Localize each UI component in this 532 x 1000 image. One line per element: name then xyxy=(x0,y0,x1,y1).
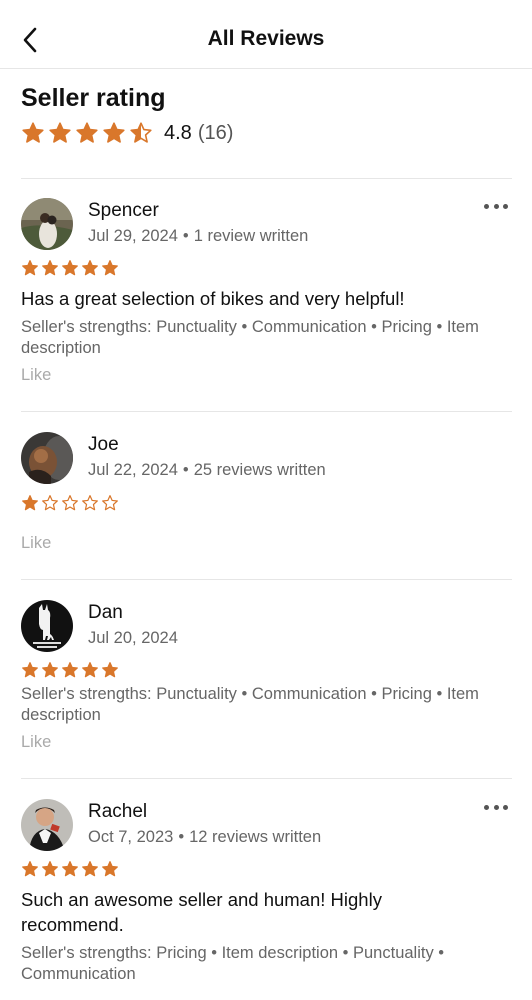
divider xyxy=(21,778,512,779)
reviews-written: 25 reviews written xyxy=(193,461,326,479)
avatar[interactable] xyxy=(21,198,73,250)
reviewer-name[interactable]: Rachel xyxy=(88,801,147,823)
review-text: Has a great selection of bikes and very … xyxy=(21,288,405,309)
avatar[interactable] xyxy=(21,432,73,484)
separator-dot: • xyxy=(182,461,189,479)
rating-stars xyxy=(21,121,156,145)
reviews-written: 1 review written xyxy=(193,227,309,245)
review-stars xyxy=(21,661,121,679)
top-bar: All Reviews xyxy=(0,0,532,69)
review-date: Oct 7, 2023 xyxy=(88,828,174,846)
review-meta: Oct 7, 2023 • 12 reviews written xyxy=(88,828,321,847)
separator-dot: • xyxy=(182,227,189,245)
review-item: Rachel Oct 7, 2023 • 12 reviews written Su… xyxy=(21,799,512,1000)
page-title: All Reviews xyxy=(207,27,325,50)
star-filled-icon xyxy=(102,861,118,877)
star-filled-icon xyxy=(42,662,58,678)
review-meta: Jul 20, 2024 xyxy=(88,629,178,648)
rating-count: (16) xyxy=(197,121,234,144)
review-stars xyxy=(21,259,121,277)
more-options-icon[interactable] xyxy=(484,802,508,812)
star-filled-icon xyxy=(82,861,98,877)
avatar[interactable] xyxy=(21,600,73,652)
more-options-icon[interactable] xyxy=(484,201,508,211)
review-item: Joe Jul 22, 2024 • 25 reviews written Like xyxy=(21,432,512,562)
like-button[interactable]: Like xyxy=(21,733,51,752)
separator-dot: • xyxy=(178,828,185,846)
seller-strengths: Seller's strengths: Punctuality • Commun… xyxy=(21,685,479,724)
star-filled-icon xyxy=(22,122,44,143)
review-date: Jul 22, 2024 xyxy=(88,461,178,479)
star-filled-icon xyxy=(76,122,98,143)
star-filled-icon xyxy=(22,861,38,877)
star-empty-icon xyxy=(102,495,118,511)
divider xyxy=(21,178,512,179)
star-filled-icon xyxy=(22,260,38,276)
review-stars xyxy=(21,860,121,878)
review-date: Jul 20, 2024 xyxy=(88,629,178,647)
reviews-written: 12 reviews written xyxy=(189,828,322,846)
star-filled-icon xyxy=(62,861,78,877)
review-meta: Jul 29, 2024 • 1 review written xyxy=(88,227,308,246)
star-filled-icon xyxy=(42,260,58,276)
avatar[interactable] xyxy=(21,799,73,851)
review-item: Spencer Jul 29, 2024 • 1 review written Ha… xyxy=(21,198,512,388)
star-empty-icon xyxy=(62,495,78,511)
like-button[interactable]: Like xyxy=(21,366,51,385)
star-filled-icon xyxy=(82,260,98,276)
star-filled-icon xyxy=(102,662,118,678)
review-date: Jul 29, 2024 xyxy=(88,227,178,245)
star-filled-icon xyxy=(62,662,78,678)
star-filled-icon xyxy=(102,260,118,276)
star-filled-icon xyxy=(49,122,71,143)
star-filled-icon xyxy=(22,662,38,678)
seller-rating-row: 4.8 (16) xyxy=(21,121,233,145)
reviewer-name[interactable]: Joe xyxy=(88,434,119,456)
rating-value: 4.8 xyxy=(164,121,192,144)
review-stars xyxy=(21,494,121,512)
reviewer-name[interactable]: Dan xyxy=(88,602,123,624)
seller-rating-title: Seller rating xyxy=(21,84,166,112)
star-filled-icon xyxy=(103,122,125,143)
review-item: Dan Jul 20, 2024 Seller's strengths: Pun… xyxy=(21,600,512,760)
star-empty-icon xyxy=(42,495,58,511)
like-button[interactable]: Like xyxy=(21,534,51,553)
seller-strengths: Seller's strengths: Pricing • Item descr… xyxy=(21,944,445,983)
seller-rating-summary: Seller rating 4.8 (16) xyxy=(21,84,233,145)
star-empty-icon xyxy=(82,495,98,511)
seller-strengths: Seller's strengths: Punctuality • Commun… xyxy=(21,318,479,357)
star-filled-icon xyxy=(82,662,98,678)
review-meta: Jul 22, 2024 • 25 reviews written xyxy=(88,461,326,480)
review-text: Such an awesome seller and human! Highly… xyxy=(21,889,382,935)
star-half-icon xyxy=(130,122,152,143)
star-filled-icon xyxy=(22,495,38,511)
star-filled-icon xyxy=(62,260,78,276)
divider xyxy=(21,411,512,412)
reviewer-name[interactable]: Spencer xyxy=(88,200,159,222)
divider xyxy=(21,579,512,580)
star-filled-icon xyxy=(42,861,58,877)
